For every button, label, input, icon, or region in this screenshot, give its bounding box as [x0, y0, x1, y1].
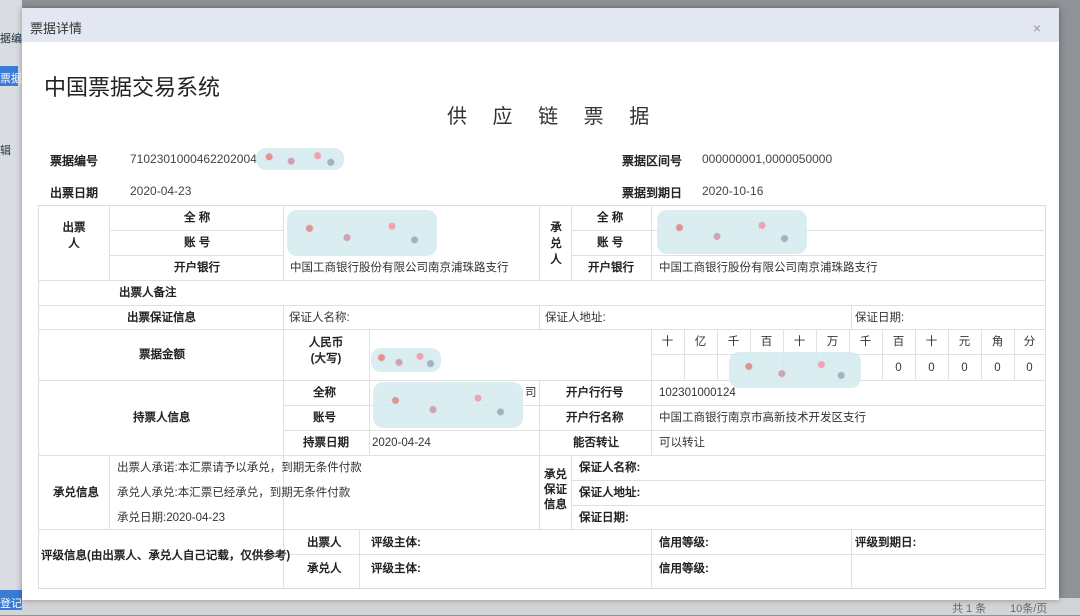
- acceptance-guarantee-title: 承兑保证信息: [544, 469, 567, 511]
- redacted-mask: [729, 352, 861, 388]
- holder-name-label: 全称: [313, 387, 336, 399]
- rating-subject-label: 评级主体:: [371, 537, 421, 549]
- credit-level-label: 信用等级:: [659, 537, 709, 549]
- bill-detail-modal: 票据详情 × 中国票据交易系统 供 应 链 票 据 票据编号 710230100…: [22, 8, 1059, 600]
- range-label: 票据区间号: [622, 154, 683, 168]
- background-register-label: 登记: [0, 598, 22, 610]
- amount-digit: 0: [895, 362, 902, 374]
- acceptance-guarantee-date-label: 保证日期:: [579, 512, 629, 524]
- close-icon[interactable]: ×: [1033, 20, 1041, 36]
- modal-header: 票据详情 ×: [22, 8, 1059, 42]
- guarantor-address-label: 保证人地址:: [545, 312, 606, 324]
- redacted-mask: [256, 148, 344, 170]
- transfer-label: 能否转让: [573, 437, 619, 449]
- digit-unit: 千: [859, 336, 872, 348]
- drawer-bank-label: 开户银行: [174, 262, 220, 274]
- bank-no-label: 开户行行号: [566, 387, 624, 399]
- bill-detail-table: 出票人 全 称 账 号 开户银行 中国工商银行股份有限公司南京浦珠路支行 承兑人…: [38, 205, 1046, 589]
- bill-no-value: 7102301000462202004: [130, 152, 257, 166]
- acceptance-info-label: 承兑信息: [53, 487, 99, 499]
- modal-title: 票据详情: [30, 21, 83, 36]
- redacted-mask: [287, 210, 437, 256]
- background-text: 据编: [0, 33, 22, 45]
- rating-info-label: 评级信息(由出票人、承兑人自己记载，仅供参考): [41, 550, 291, 562]
- redacted-mask: [371, 348, 441, 372]
- acceptance-guarantor-name-label: 保证人名称:: [579, 462, 641, 474]
- acceptor-title: 承兑人: [550, 222, 562, 266]
- digit-unit: 分: [1023, 336, 1036, 348]
- digit-unit: 千: [727, 336, 740, 348]
- acceptor-bank-label: 开户银行: [588, 262, 634, 274]
- acceptor-account-label: 账 号: [597, 237, 624, 249]
- digit-unit: 亿: [694, 336, 707, 348]
- pager-total: 共 1 条: [952, 603, 987, 615]
- bank-name-label: 开户行名称: [566, 412, 624, 424]
- acceptor-name-label: 全 称: [597, 212, 624, 224]
- accept-date: 承兑日期:2020-04-23: [117, 512, 226, 524]
- background-sidebar: [0, 0, 22, 615]
- digit-unit: 元: [958, 336, 971, 348]
- redacted-mask: [657, 210, 807, 254]
- digit-unit: 角: [991, 336, 1004, 348]
- issue-date-label: 出票日期: [50, 186, 99, 200]
- acceptor-promise: 承兑人承兑:本汇票已经承兑，到期无条件付款: [117, 487, 351, 499]
- rating-acceptor-label: 承兑人: [307, 563, 342, 575]
- digit-unit: 十: [661, 336, 674, 348]
- amount-digit: 0: [994, 362, 1001, 374]
- drawer-account-label: 账 号: [184, 237, 211, 249]
- drawer-name-label: 全 称: [184, 212, 211, 224]
- background-footer: [0, 598, 1080, 615]
- holder-account-label: 账号: [313, 412, 336, 424]
- digit-unit: 万: [826, 336, 839, 348]
- drawer-title: 出票人: [62, 222, 86, 250]
- due-date-label: 票据到期日: [622, 186, 683, 200]
- due-date-value: 2020-10-16: [702, 184, 764, 198]
- pager-size-select[interactable]: 10条/页: [1010, 600, 1047, 616]
- issue-date-value: 2020-04-23: [130, 184, 192, 198]
- digit-unit: 百: [892, 336, 905, 348]
- guarantee-date-label: 保证日期:: [855, 312, 905, 324]
- bank-no-value: 102301000124: [659, 387, 736, 399]
- background-button-label: 票据: [0, 73, 22, 85]
- bill-no-label: 票据编号: [50, 154, 99, 168]
- amount-digit: 0: [928, 362, 935, 374]
- rating-subject-label: 评级主体:: [371, 563, 421, 575]
- digit-unit: 十: [925, 336, 938, 348]
- amount-digit: 0: [961, 362, 968, 374]
- redacted-mask: [373, 382, 523, 428]
- background-text: 辑: [0, 145, 11, 157]
- holder-date-value: 2020-04-24: [372, 437, 431, 449]
- drawer-remark-label: 出票人备注: [119, 287, 177, 299]
- acceptor-bank-value: 中国工商银行股份有限公司南京浦珠路支行: [659, 262, 878, 274]
- holder-name-suffix: 司: [525, 387, 537, 399]
- bill-type-title: 供 应 链 票 据: [447, 106, 660, 128]
- drawer-promise: 出票人承诺:本汇票请予以承兑，到期无条件付款: [117, 462, 362, 474]
- drawer-bank-value: 中国工商银行股份有限公司南京浦珠路支行: [290, 262, 509, 274]
- holder-date-label: 持票日期: [303, 437, 349, 449]
- range-value: 000000001,0000050000: [702, 152, 833, 166]
- acceptance-guarantor-address-label: 保证人地址:: [579, 487, 641, 499]
- credit-level-label: 信用等级:: [659, 563, 709, 575]
- digit-unit: 百: [760, 336, 773, 348]
- rmb-label: 人民币: [308, 337, 344, 349]
- guarantee-label: 出票保证信息: [127, 312, 196, 324]
- rating-drawer-label: 出票人: [307, 537, 342, 549]
- amount-label: 票据金额: [139, 349, 185, 361]
- bank-name-value: 中国工商银行南京市高新技术开发区支行: [659, 412, 866, 424]
- guarantor-name-label: 保证人名称:: [289, 312, 350, 324]
- holder-info-label: 持票人信息: [133, 412, 191, 424]
- rmb-uppercase-label: (大写): [310, 353, 342, 365]
- amount-digit: 0: [1026, 362, 1033, 374]
- rating-expiry-label: 评级到期日:: [855, 537, 917, 549]
- digit-unit: 十: [793, 336, 806, 348]
- transfer-value: 可以转让: [659, 437, 705, 449]
- system-title: 中国票据交易系统: [44, 75, 221, 100]
